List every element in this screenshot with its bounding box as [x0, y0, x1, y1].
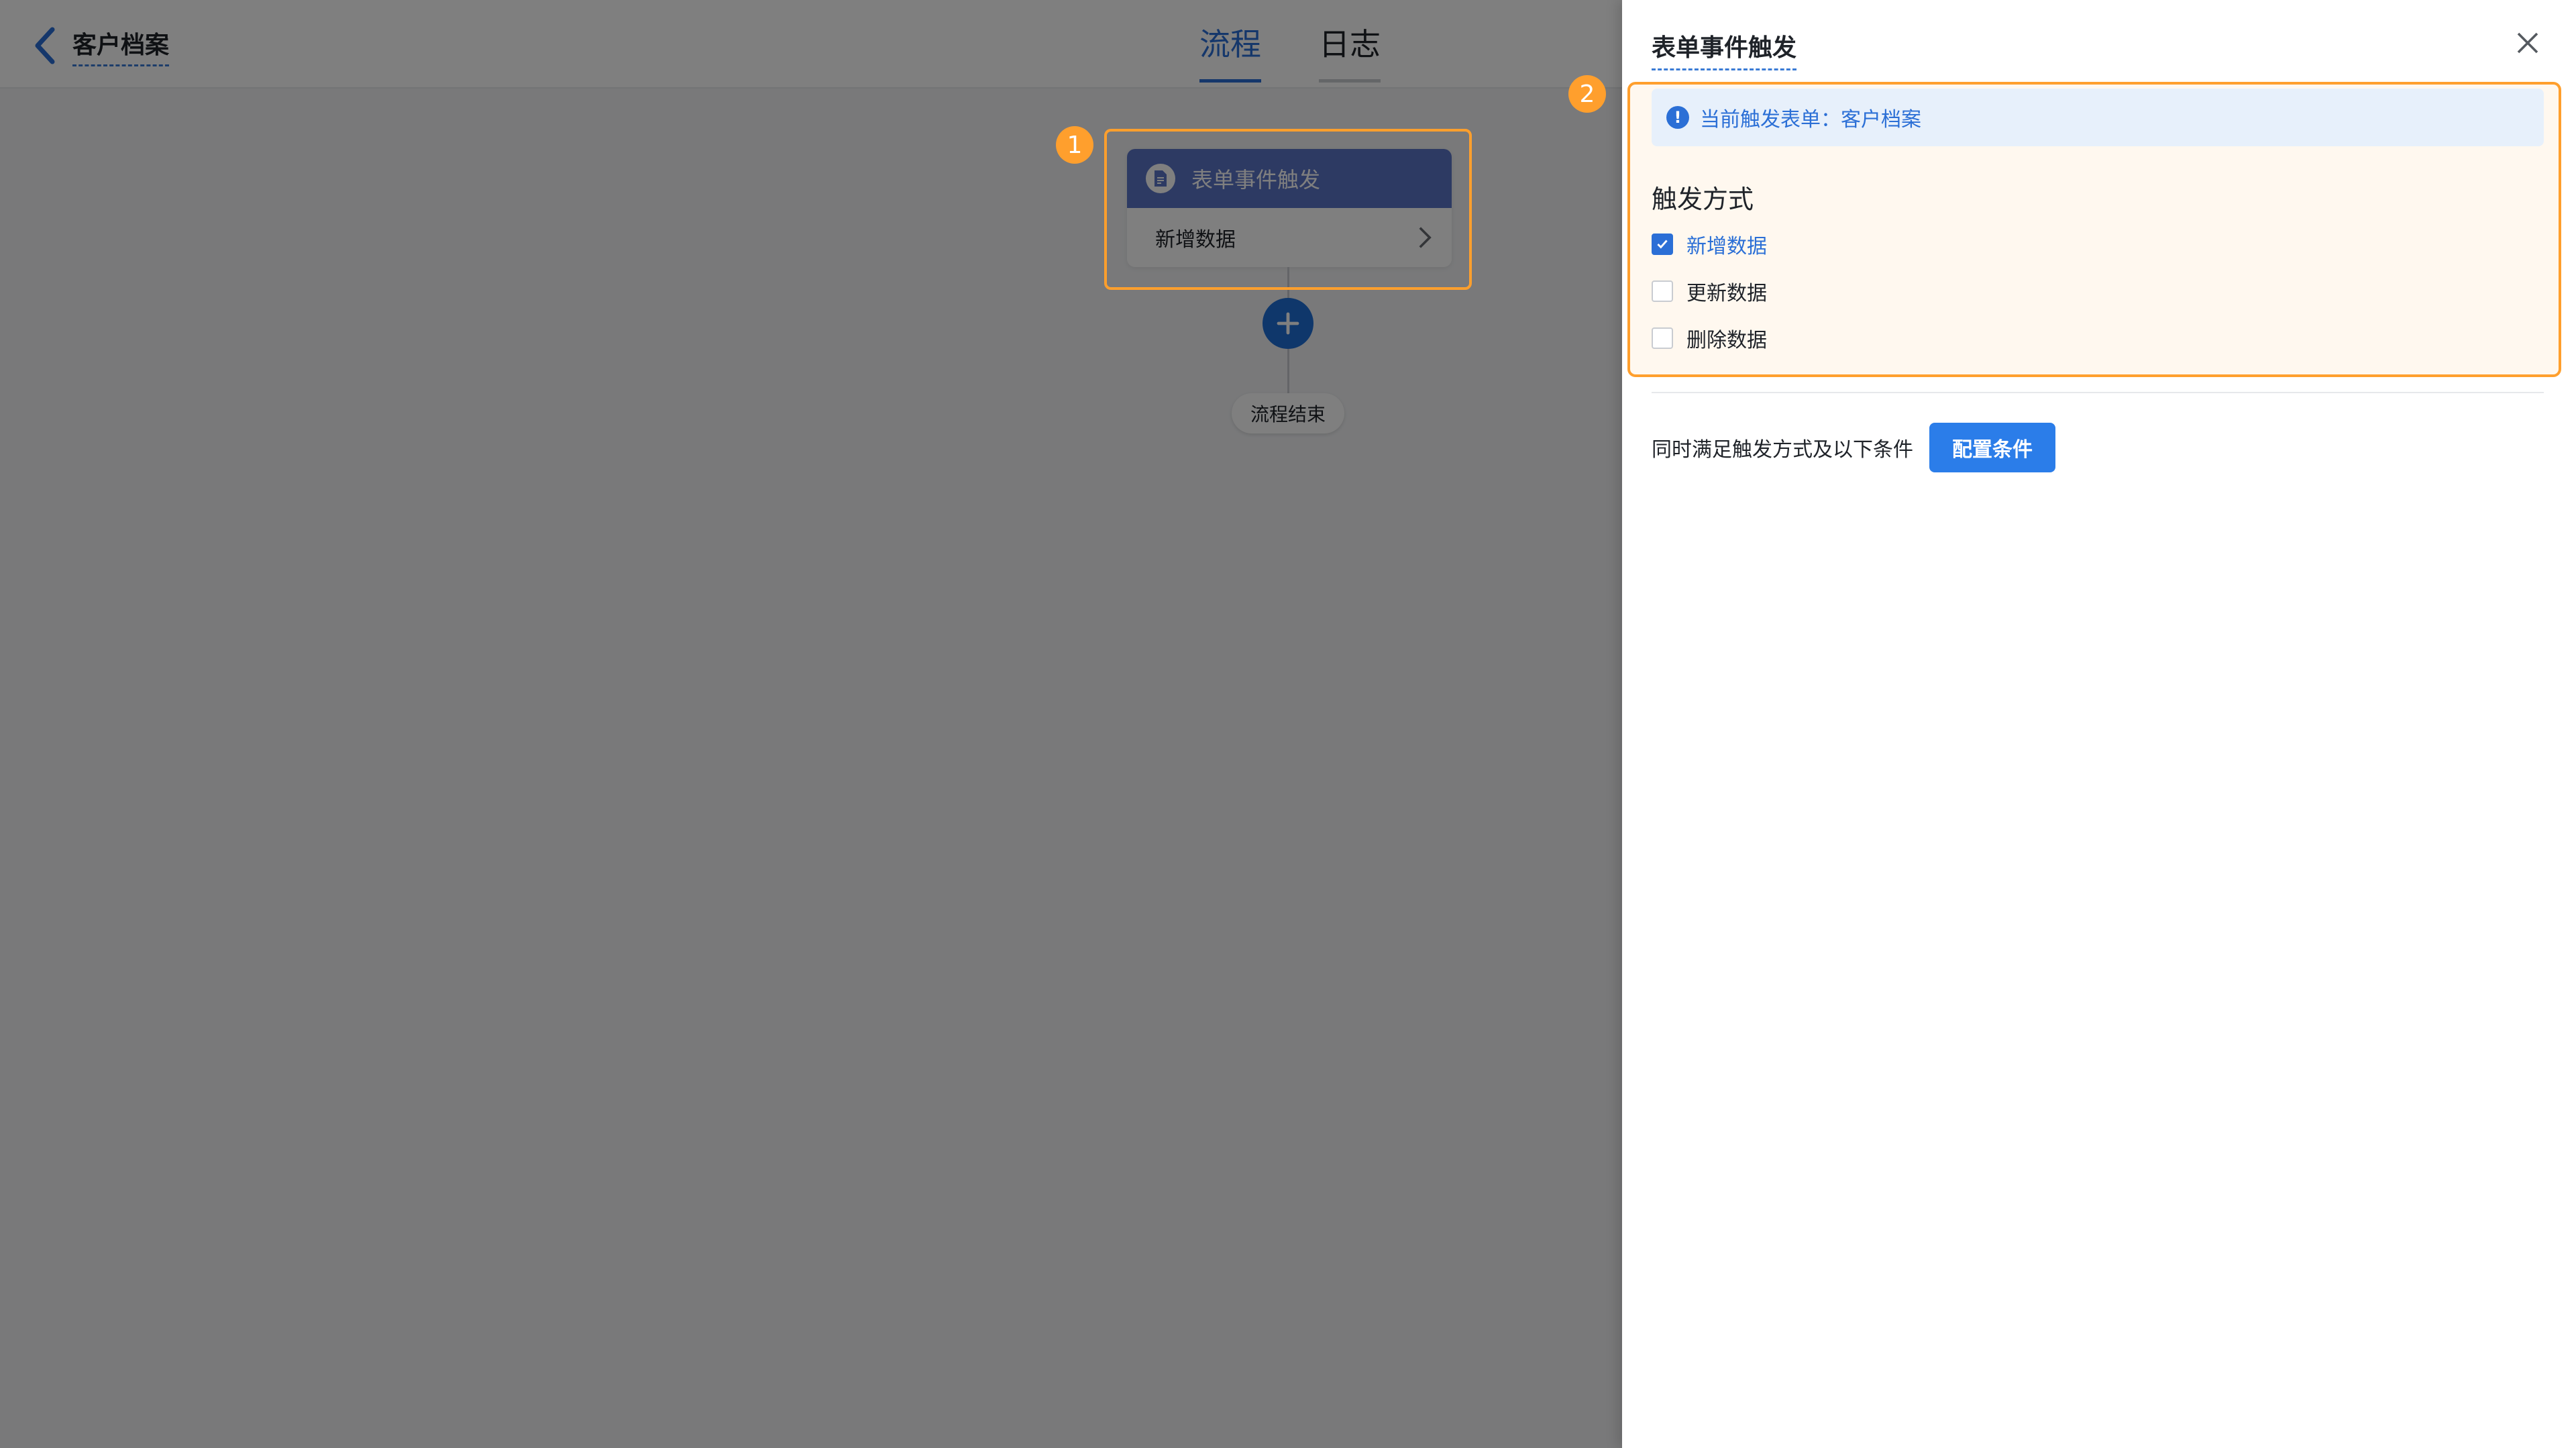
checkbox-empty-icon[interactable]	[1652, 280, 1673, 302]
checkbox-label: 删除数据	[1686, 329, 1767, 352]
marker-badge-2: 2	[1568, 75, 1606, 113]
checkbox-label: 更新数据	[1686, 282, 1767, 305]
trigger-method-label: 触发方式	[1652, 185, 1754, 214]
checkbox-update-data[interactable]: 更新数据	[1652, 276, 1767, 306]
configure-conditions-button[interactable]: 配置条件	[1929, 423, 2055, 472]
close-icon[interactable]	[2514, 30, 2541, 56]
condition-text: 同时满足触发方式及以下条件	[1652, 438, 1913, 462]
info-icon: !	[1666, 106, 1689, 129]
checkbox-delete-data[interactable]: 删除数据	[1652, 323, 1767, 353]
checkbox-label: 新增数据	[1686, 235, 1767, 258]
marker-badge-1: 1	[1056, 126, 1093, 164]
trigger-settings-drawer: 表单事件触发 ! 当前触发表单：客户档案 触发方式 新增数据 更新数据 删除数据…	[1622, 0, 2576, 1448]
checkbox-empty-icon[interactable]	[1652, 327, 1673, 349]
checkbox-checked-icon[interactable]	[1652, 234, 1673, 255]
highlight-frame-1	[1104, 129, 1472, 290]
condition-row: 同时满足触发方式及以下条件 配置条件	[1652, 423, 2055, 472]
checkbox-add-data[interactable]: 新增数据	[1652, 229, 1767, 259]
drawer-title: 表单事件触发	[1652, 28, 1797, 70]
info-text: 当前触发表单：客户档案	[1700, 108, 1921, 132]
section-divider	[1652, 392, 2544, 393]
info-banner: ! 当前触发表单：客户档案	[1652, 89, 2544, 146]
